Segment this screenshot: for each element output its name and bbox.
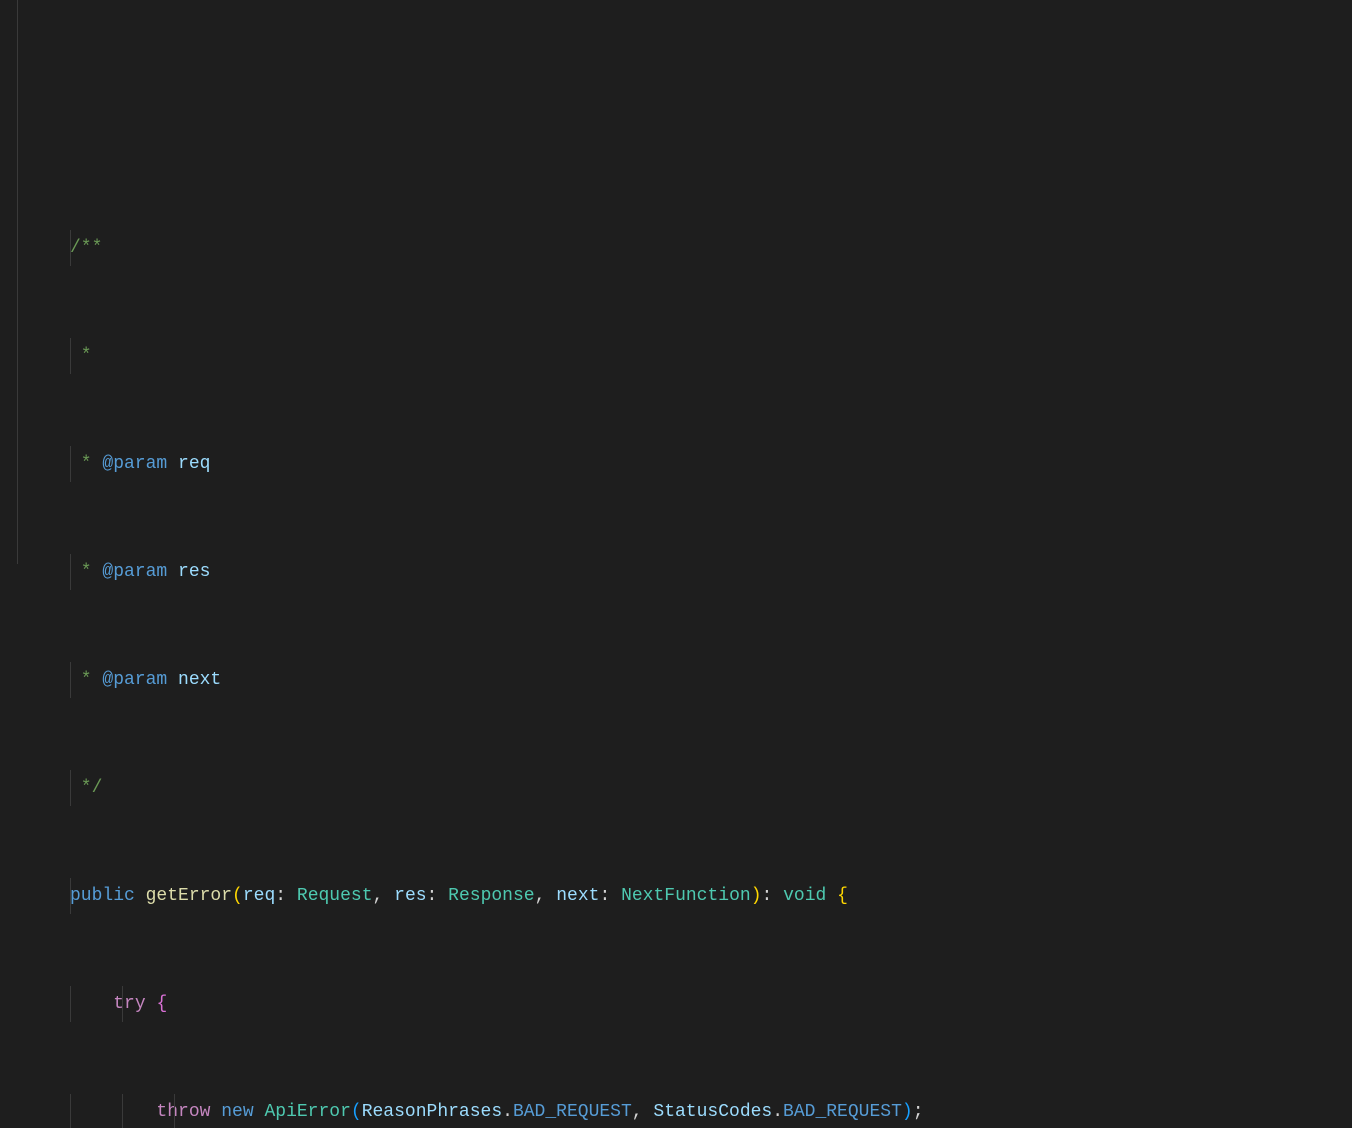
code-line[interactable]: try { [0, 986, 1352, 1022]
jsdoc-tag: @param [102, 562, 167, 582]
colon: : [275, 886, 286, 906]
indent-guide [70, 770, 71, 806]
indent-guide [70, 230, 71, 266]
indent-guide [122, 986, 123, 1022]
kw-try: try [113, 994, 145, 1014]
code-line[interactable]: * @param next [0, 662, 1352, 698]
jsdoc-star: * [70, 670, 102, 690]
jsdoc-param: res [178, 562, 210, 582]
jsdoc-tag: @param [102, 454, 167, 474]
comma: , [373, 886, 384, 906]
code-line[interactable]: throw new ApiError(ReasonPhrases.BAD_REQ… [0, 1094, 1352, 1128]
type: Request [297, 886, 373, 906]
code-line[interactable]: * [0, 338, 1352, 374]
paren-close: ) [751, 886, 762, 906]
jsdoc-close: */ [70, 778, 102, 798]
colon: : [762, 886, 773, 906]
code-line[interactable]: public getError(req: Request, res: Respo… [0, 878, 1352, 914]
indent-guide [70, 878, 71, 914]
obj: ReasonPhrases [362, 1102, 502, 1122]
indent-guide [70, 1094, 71, 1128]
kw-new: new [221, 1102, 253, 1122]
code-line[interactable]: * @param res [0, 554, 1352, 590]
kw-public: public [70, 886, 135, 906]
indent-guide [70, 554, 71, 590]
indent-guide [174, 1094, 175, 1128]
type: Response [448, 886, 534, 906]
kw-throw: throw [156, 1102, 210, 1122]
paren-open: ( [351, 1102, 362, 1122]
arg: req [243, 886, 275, 906]
class-name: ApiError [264, 1102, 350, 1122]
jsdoc-open: /** [70, 238, 102, 258]
code-line[interactable]: /** [0, 230, 1352, 266]
jsdoc-param: req [178, 454, 210, 474]
obj: StatusCodes [653, 1102, 772, 1122]
indent-guide [70, 986, 71, 1022]
brace-open: { [837, 886, 848, 906]
dot: . [772, 1102, 783, 1122]
jsdoc-star: * [70, 562, 102, 582]
arg: next [556, 886, 599, 906]
fn-name: getError [146, 886, 232, 906]
indent-guide [70, 338, 71, 374]
arg: res [394, 886, 426, 906]
member: BAD_REQUEST [783, 1102, 902, 1122]
code-line[interactable]: * @param req [0, 446, 1352, 482]
jsdoc-param: next [178, 670, 221, 690]
colon: : [599, 886, 610, 906]
paren-open: ( [232, 886, 243, 906]
jsdoc-tag: @param [102, 670, 167, 690]
brace-open: { [156, 994, 167, 1014]
semicolon: ; [913, 1102, 924, 1122]
jsdoc-star: * [70, 346, 92, 366]
comma: , [535, 886, 546, 906]
member: BAD_REQUEST [513, 1102, 632, 1122]
dot: . [502, 1102, 513, 1122]
return-type: void [783, 886, 826, 906]
indent-guide [122, 1094, 123, 1128]
code-line[interactable]: */ [0, 770, 1352, 806]
paren-close: ) [902, 1102, 913, 1122]
colon: : [427, 886, 438, 906]
jsdoc-star: * [70, 454, 102, 474]
type: NextFunction [621, 886, 751, 906]
comma: , [632, 1102, 643, 1122]
indent-guide [70, 446, 71, 482]
indent-guide [70, 662, 71, 698]
